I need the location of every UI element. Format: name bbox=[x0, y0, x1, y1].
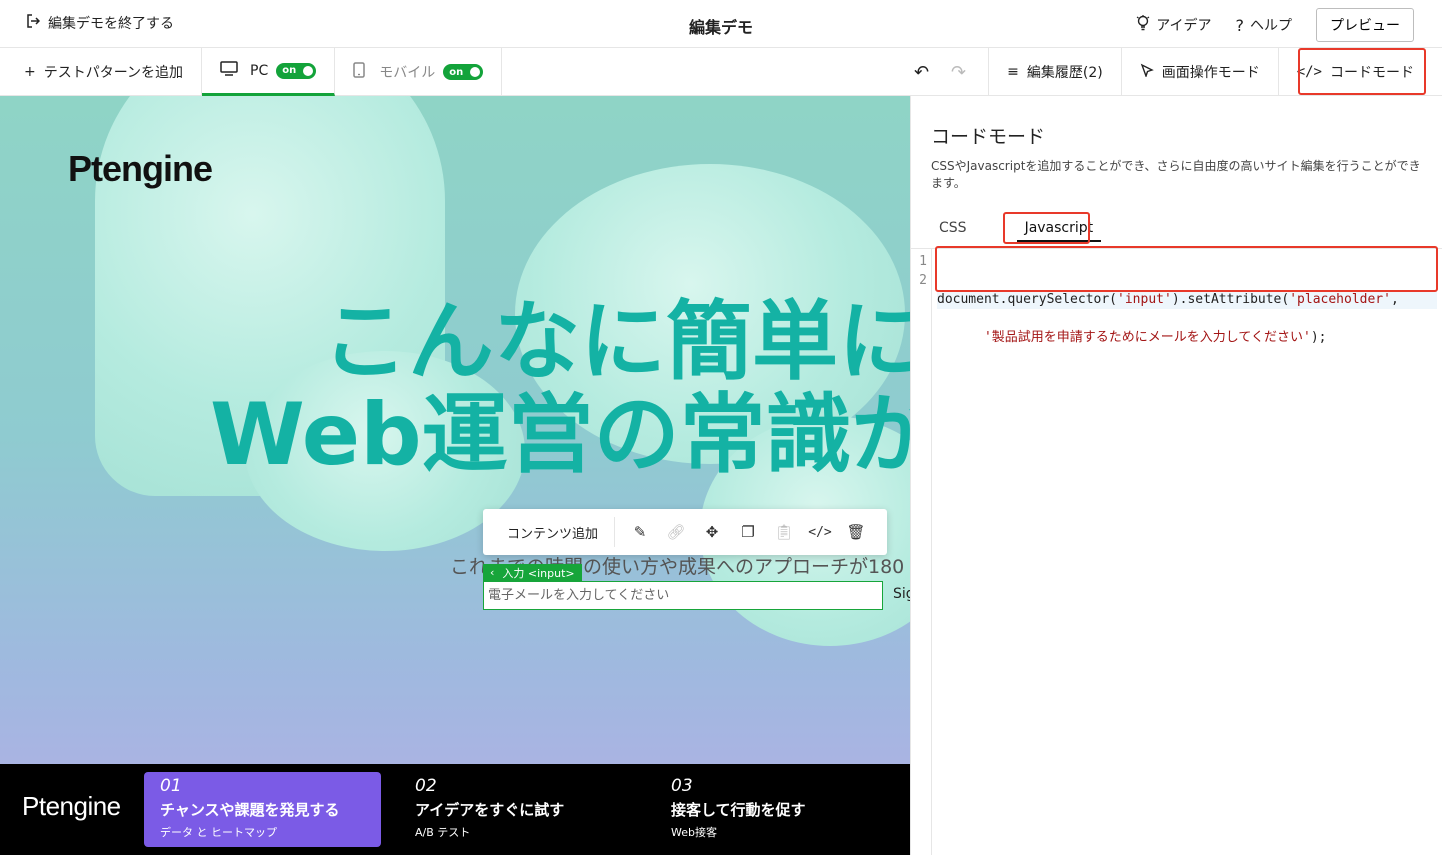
top-bar: 編集デモを終了する 編集デモ アイデア ? ヘルプ プレビュー bbox=[0, 0, 1442, 48]
signup-button[interactable]: Sig bbox=[893, 586, 910, 602]
screen-operation-mode-label: 画面操作モード bbox=[1161, 65, 1260, 81]
edit-style-icon[interactable]: ✎ bbox=[629, 521, 651, 543]
panel-description: CSSやJavascriptを追加することができ、さらに自由度の高いサイト編集を… bbox=[931, 159, 1421, 191]
code-line: '製品試用を申請するためにメールを入力してください'); bbox=[984, 330, 1327, 345]
feature-item[interactable]: 03 接客して行動を促す Web接客 bbox=[655, 772, 885, 847]
selected-element-label: 入力 <input> bbox=[502, 566, 575, 580]
code-editor[interactable]: 1 2 document.querySelector('input').setA… bbox=[911, 248, 1442, 855]
exit-demo-button[interactable]: 編集デモを終了する bbox=[26, 13, 174, 33]
feature-title: 接客して行動を促す bbox=[671, 801, 806, 819]
code-mode-panel: コードモード CSSやJavascriptを追加することができ、さらに自由度の高… bbox=[910, 96, 1442, 855]
clipboard-icon[interactable]: 📋︎ bbox=[773, 521, 795, 543]
page-canvas: Ptengine こんなに簡単に Web運営の常識が これまでの時間の使い方や成… bbox=[0, 96, 910, 855]
code-token: ).setAttribute( bbox=[1171, 292, 1290, 307]
question-icon: ? bbox=[1235, 15, 1245, 35]
element-context-toolbar: コンテンツ追加 ✎ 🔗︎ ✥ ❐ 📋︎ </> 🗑︎ bbox=[483, 509, 887, 555]
code-mode-button[interactable]: </> コードモード bbox=[1277, 48, 1442, 96]
code-content[interactable]: document.querySelector('input').setAttri… bbox=[937, 252, 1437, 366]
list-icon: ≡ bbox=[1007, 64, 1019, 80]
monitor-icon bbox=[220, 60, 238, 81]
panel-title: コードモード bbox=[931, 126, 1046, 148]
feature-subtitle: データ と ヒートマップ bbox=[160, 826, 277, 839]
help-label: ヘルプ bbox=[1250, 18, 1292, 34]
tab-pc[interactable]: PC on bbox=[202, 48, 336, 96]
tab-mobile[interactable]: モバイル on bbox=[335, 48, 503, 96]
lightbulb-icon bbox=[1136, 15, 1150, 35]
code-string: 'placeholder' bbox=[1289, 292, 1391, 307]
feature-number: 01 bbox=[160, 776, 182, 796]
mobile-toggle[interactable]: on bbox=[443, 64, 484, 80]
exit-icon bbox=[26, 14, 41, 32]
cursor-click-icon bbox=[1140, 63, 1154, 81]
code-line: document.querySelector('input').setAttri… bbox=[937, 290, 1437, 309]
add-content-button[interactable]: コンテンツ追加 bbox=[483, 517, 616, 547]
code-mode-label: コードモード bbox=[1330, 65, 1414, 81]
hero-headline-line1: こんなに簡単に bbox=[322, 292, 910, 392]
ptengine-logo: Ptengine bbox=[68, 148, 213, 189]
feature-item[interactable]: 02 アイデアをすぐに試す A/B テスト bbox=[399, 772, 629, 847]
help-link[interactable]: ? ヘルプ bbox=[1236, 15, 1293, 35]
code-icon[interactable]: </> bbox=[808, 521, 831, 543]
code-token: ); bbox=[1310, 330, 1327, 345]
preview-button[interactable]: プレビュー bbox=[1316, 8, 1414, 42]
line-number-gutter: 1 2 bbox=[911, 249, 932, 855]
code-string: '製品試用を申請するためにメールを入力してください' bbox=[983, 330, 1311, 345]
edit-history-label: 編集履歴(2) bbox=[1026, 65, 1103, 81]
hero-headline-line2: Web運営の常識が bbox=[210, 384, 910, 485]
feature-subtitle: A/B テスト bbox=[415, 826, 471, 839]
feature-bar: Ptengine 01 チャンスや課題を発見する データ と ヒートマップ 02… bbox=[0, 764, 910, 855]
feature-subtitle: Web接客 bbox=[671, 826, 717, 839]
code-icon: </> bbox=[1296, 64, 1322, 80]
editor-toolbar: + テストパターンを追加 PC on モバイル on ↶ ↷ ≡ 編集履歴(2)… bbox=[0, 48, 1442, 96]
add-test-pattern-button[interactable]: + テストパターンを追加 bbox=[0, 48, 203, 96]
edit-history-button[interactable]: ≡ 編集履歴(2) bbox=[988, 48, 1121, 96]
link-icon[interactable]: 🔗︎ bbox=[665, 521, 687, 543]
phone-icon bbox=[353, 62, 366, 82]
idea-label: アイデア bbox=[1156, 18, 1212, 34]
email-input[interactable] bbox=[483, 581, 883, 610]
chevron-left-icon: ‹ bbox=[490, 566, 495, 579]
tab-javascript[interactable]: Javascript bbox=[1016, 214, 1102, 242]
hero-headline: こんなに簡単に Web運営の常識が bbox=[210, 296, 910, 482]
footer-logo: Ptengine bbox=[22, 791, 121, 821]
screen-operation-mode-button[interactable]: 画面操作モード bbox=[1120, 48, 1278, 96]
code-token: document.querySelector( bbox=[937, 292, 1118, 307]
line-number: 1 bbox=[919, 254, 927, 269]
undo-icon[interactable]: ↶ bbox=[914, 62, 929, 83]
feature-title: チャンスや課題を発見する bbox=[160, 801, 340, 819]
idea-link[interactable]: アイデア bbox=[1136, 15, 1212, 35]
code-string: 'input' bbox=[1117, 292, 1172, 307]
pc-toggle[interactable]: on bbox=[276, 62, 317, 79]
trash-icon[interactable]: 🗑︎ bbox=[845, 521, 867, 543]
exit-demo-label: 編集デモを終了する bbox=[48, 16, 174, 32]
plus-icon: + bbox=[24, 64, 36, 80]
mobile-label: モバイル bbox=[379, 65, 436, 81]
feature-number: 02 bbox=[415, 776, 437, 796]
feature-number: 03 bbox=[671, 776, 693, 796]
tab-css[interactable]: CSS bbox=[931, 214, 975, 242]
move-icon[interactable]: ✥ bbox=[701, 521, 723, 543]
feature-title: アイデアをすぐに試す bbox=[415, 801, 565, 819]
selected-element-tag[interactable]: ‹ 入力 <input> bbox=[483, 564, 582, 581]
duplicate-icon[interactable]: ❐ bbox=[737, 521, 759, 543]
code-token: , bbox=[1390, 292, 1399, 307]
feature-item[interactable]: 01 チャンスや課題を発見する データ と ヒートマップ bbox=[144, 772, 381, 847]
pc-label: PC bbox=[250, 62, 269, 79]
add-test-pattern-label: テストパターンを追加 bbox=[43, 65, 184, 81]
code-tabs: CSS Javascript bbox=[931, 214, 1101, 242]
line-number: 2 bbox=[919, 273, 927, 288]
redo-icon[interactable]: ↷ bbox=[951, 62, 966, 83]
